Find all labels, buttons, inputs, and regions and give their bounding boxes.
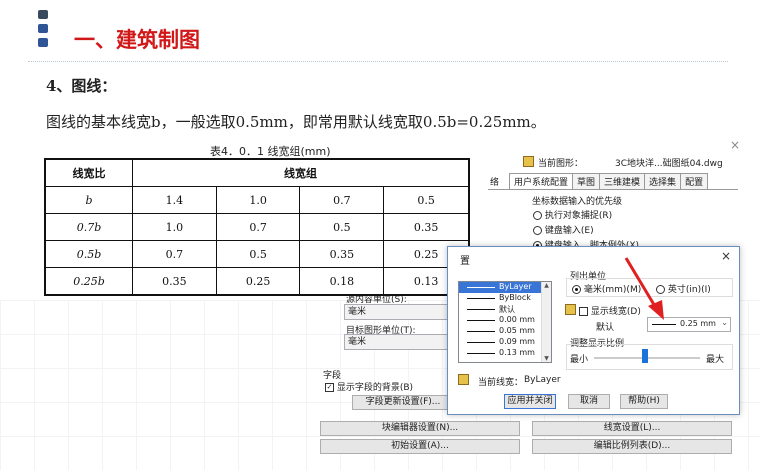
list-item[interactable]: 0.00 mm [459,315,551,326]
current-drawing-value: 3C地块洋...础图纸04.dwg [615,159,723,169]
list-item[interactable]: 0.05 mm [459,326,551,337]
table-cell: 0.7b [44,213,133,241]
scale-min-label: 最小 [570,355,589,365]
current-lw-icon [458,374,469,385]
table-cell: 0.25 [215,267,301,296]
lineweight-icon [565,304,576,315]
tab-panel-border [488,189,738,190]
table-row: b 1.4 1.0 0.7 0.5 [44,186,470,214]
table-row: 0.7b 1.0 0.7 0.5 0.35 [44,213,470,241]
options-close-icon[interactable]: × [730,138,740,152]
default-lineweight-value: 0.25 mm [680,319,716,328]
list-item[interactable]: 0.09 mm [459,337,551,348]
list-item[interactable]: 默认 [459,304,551,315]
table-cell: 0.5 [215,240,301,268]
apply-close-button[interactable]: 应用并关闭 [504,394,556,409]
radio-mm[interactable] [572,285,581,294]
table-cell: 0.7 [299,186,385,214]
scale-max-label: 最大 [706,355,725,365]
section-heading: 4、图线： [46,77,117,95]
display-lw-checkbox[interactable] [579,307,588,316]
scroll-down-icon[interactable]: ▼ [542,355,551,362]
list-item[interactable]: ByLayer [459,282,551,293]
table-cell: 0.35 [383,213,470,241]
table-cell: 0.25b [44,267,133,296]
tab-selection[interactable]: 选择集 [644,173,682,189]
arrow-head [648,300,664,320]
table-cell: 0.5b [44,240,133,268]
dialog-title: 置 [460,256,470,267]
partial-tab-label: 络 [490,178,500,188]
show-field-bg-checkbox[interactable]: ✓ [325,383,334,392]
current-lw-label: 当前线宽： [478,378,524,388]
source-units-select[interactable]: 毫米 [344,304,449,320]
cancel-button[interactable]: 取消 [568,394,610,409]
scroll-up-icon[interactable]: ▲ [542,282,551,289]
bullet-square-2 [38,24,48,33]
current-drawing-label: 当前图形： [538,159,584,169]
help-button[interactable]: 帮助(H) [620,394,668,409]
field-update-settings-button[interactable]: 字段更新设置(F)... [352,395,454,410]
tab-profiles[interactable]: 配置 [680,173,709,189]
annotation-arrow [624,257,664,320]
edit-scale-list-button[interactable]: 编辑比例列表(D)... [532,439,732,454]
coord-option-keyboard[interactable]: 键盘输入(E) [533,223,594,236]
table-cell: 1.0 [215,186,301,214]
table-cell: 0.18 [299,267,385,296]
bullet-square-3 [38,38,48,47]
table-cell: 0.7 [132,240,217,268]
slide-title: 一、建筑制图 [74,28,200,52]
table-cell: 0.5 [299,213,385,241]
table-caption: 表4．0．1 线宽组(mm) [210,145,331,158]
show-field-bg-label: 显示字段的背景(B) [336,383,414,393]
table-cell: b [44,186,133,214]
options-tabs: 用户系统配置 草图 三维建模 选择集 配置 [509,173,709,189]
current-lw-value: ByLayer [524,375,561,385]
radio-osnap[interactable] [533,211,542,220]
coord-priority-label: 坐标数据输入的优先级 [532,197,623,207]
list-scrollbar[interactable]: ▲ ▼ [541,282,551,362]
initial-setup-button[interactable]: 初始设置(A)... [320,439,520,454]
radio-keyboard[interactable] [533,226,542,235]
table-cell: 1.4 [132,186,217,214]
show-field-bg-option[interactable]: ✓ 显示字段的背景(B) [325,380,413,393]
lineweight-listbox[interactable]: ByLayer ByBlock 默认 0.00 mm 0.05 mm 0.09 … [458,281,552,363]
target-units-select[interactable]: 毫米 [344,334,449,350]
arrow-shaft [624,257,658,309]
drawing-file-icon [523,156,534,167]
title-divider [28,61,728,62]
table-cell: 1.0 [132,213,217,241]
bullet-square-1 [38,10,48,19]
tab-user-preferences[interactable]: 用户系统配置 [509,173,574,189]
table-row: 0.5b 0.7 0.5 0.35 0.25 [44,240,470,268]
list-item[interactable]: ByBlock [459,293,551,304]
scale-slider-thumb[interactable] [642,349,648,363]
coord-option-osnap[interactable]: 执行对象捕捉(R) [533,208,612,221]
dialog-close-icon[interactable]: × [721,249,731,263]
coord-option-osnap-label: 执行对象捕捉(R) [544,211,613,221]
lineweight-settings-button[interactable]: 线宽设置(L)... [532,421,732,436]
table-header-row: 线宽比 线宽组 [44,158,470,187]
chevron-down-icon: ⌄ [721,318,728,327]
block-editor-settings-button[interactable]: 块编辑器设置(N)... [320,421,520,436]
table-cell: 0.7 [215,213,301,241]
table-row: 0.25b 0.35 0.25 0.18 0.13 [44,267,470,296]
table-cell: 0.35 [132,267,217,296]
table-header-ratio: 线宽比 [44,158,133,187]
body-text: 图线的基本线宽b，一般选取0.5mm，即常用默认线宽取0.5b=0.25mm。 [46,113,546,131]
tab-3d-modeling[interactable]: 三维建模 [599,173,646,189]
table-header-group: 线宽组 [132,158,470,187]
lineweight-table: 线宽比 线宽组 b 1.4 1.0 0.7 0.5 0.7b 1.0 0.7 0… [44,158,470,296]
table-cell: 0.35 [299,240,385,268]
table-cell: 0.5 [383,186,470,214]
coord-option-keyboard-label: 键盘输入(E) [544,226,594,236]
lineweight-dialog: 置 × ByLayer ByBlock 默认 0.00 mm 0.05 mm 0… [447,246,740,415]
list-item[interactable]: 0.13 mm [459,348,551,359]
tab-drafting[interactable]: 草图 [572,173,601,189]
